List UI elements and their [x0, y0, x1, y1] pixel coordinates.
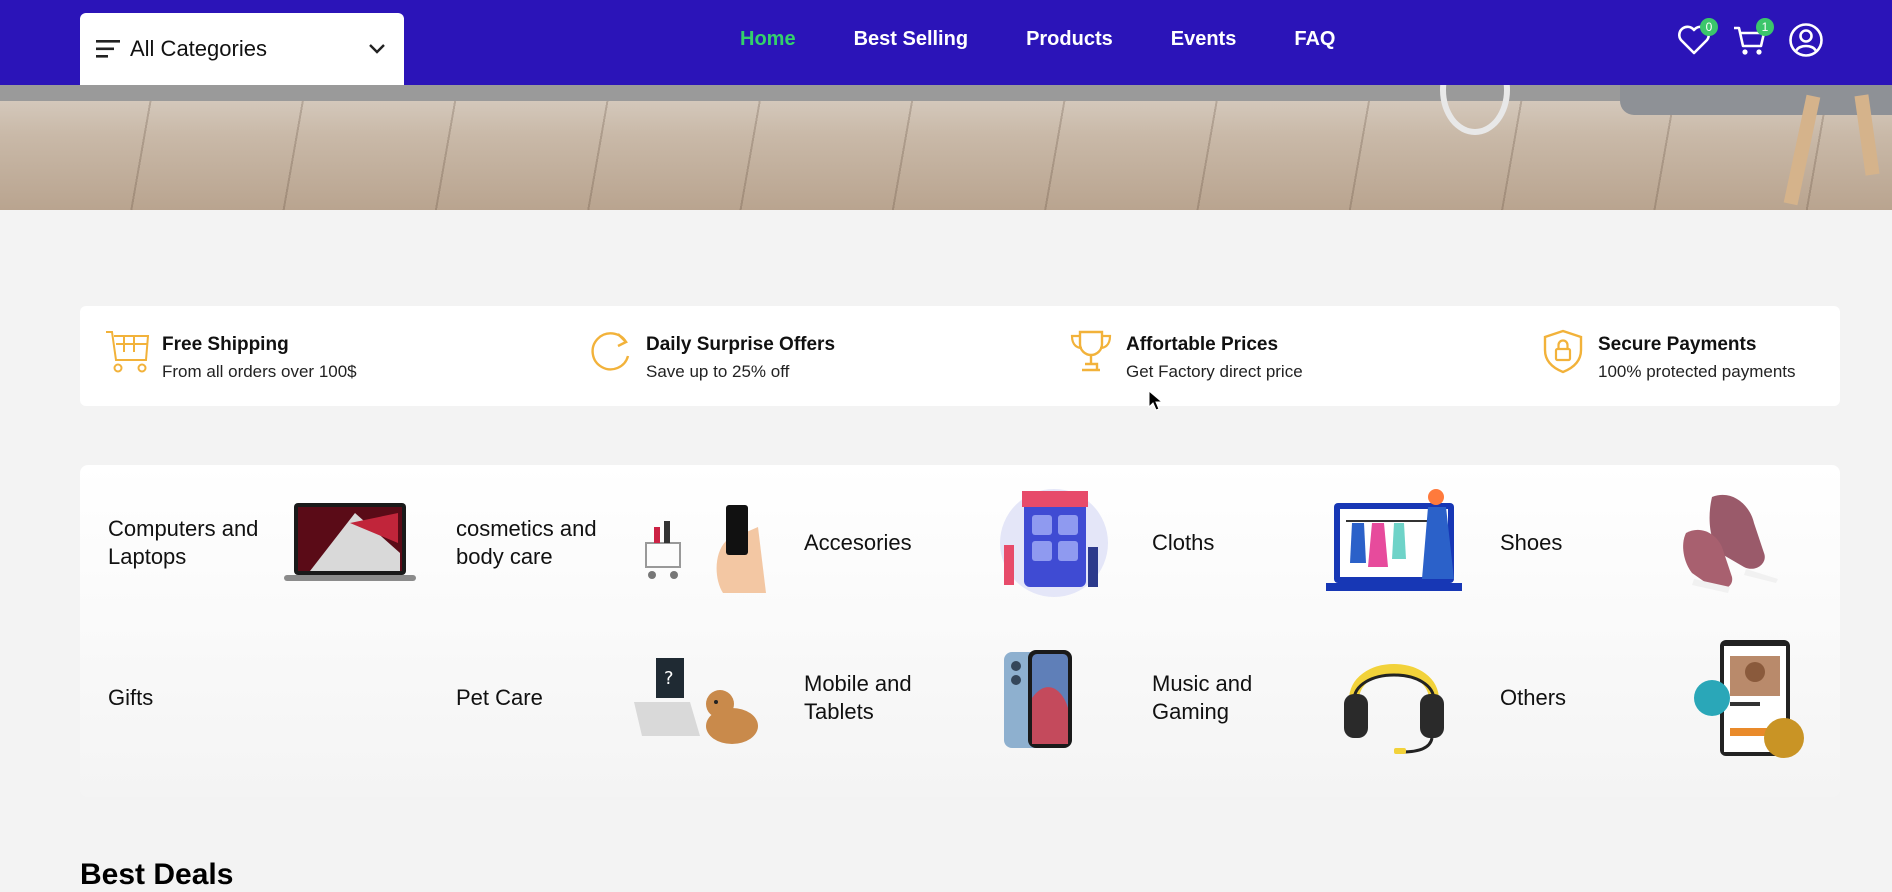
mouse-cursor-icon	[1148, 390, 1164, 411]
shoes-image	[1672, 483, 1812, 603]
feature-subtitle: Get Factory direct price	[1126, 362, 1303, 381]
category-name: Gifts	[108, 685, 154, 710]
nav-link-events[interactable]: Events	[1171, 28, 1237, 51]
nav-link-best-selling[interactable]: Best Selling	[854, 28, 968, 51]
category-cosmetics-and-body-care[interactable]: cosmetics and body care	[428, 468, 776, 618]
feature-title: Free Shipping	[162, 334, 289, 355]
main-nav: Home Best Selling Products Events FAQ	[740, 28, 1393, 51]
cosmetics-image	[628, 483, 768, 603]
accessories-image	[976, 483, 1116, 603]
category-name: Accesories	[804, 530, 912, 555]
category-name: Computers and Laptops	[108, 516, 259, 569]
nav-actions: 0 1	[1676, 18, 1844, 58]
shield-lock-icon	[1543, 329, 1583, 374]
hero-banner-image	[0, 85, 1892, 210]
feature-subtitle: Save up to 25% off	[646, 362, 790, 381]
all-categories-label: All Categories	[130, 36, 267, 61]
wishlist-button[interactable]: 0	[1676, 18, 1718, 58]
category-name: Pet Care	[456, 685, 543, 710]
cart-button[interactable]: 1	[1732, 18, 1774, 58]
chevron-down-icon	[369, 44, 385, 54]
feature-affordable-prices: Affortable Prices Get Factory direct pri…	[1068, 328, 1303, 382]
category-name: Others	[1500, 685, 1567, 710]
feature-title: Secure Payments	[1598, 334, 1757, 355]
feature-subtitle: 100% protected payments	[1598, 362, 1796, 381]
category-gifts[interactable]: Gifts	[80, 623, 428, 773]
category-grid: Computers and Laptops cosmetics and body…	[80, 465, 1840, 797]
feature-secure-payments: Secure Payments 100% protected payments	[1540, 328, 1796, 382]
category-mobile-and-tablets[interactable]: Mobile and Tablets	[776, 623, 1124, 773]
feature-title: Affortable Prices	[1126, 334, 1279, 355]
category-others[interactable]: Others	[1472, 623, 1820, 773]
user-icon	[1789, 23, 1823, 57]
nav-link-products[interactable]: Products	[1026, 28, 1113, 51]
category-name: cosmetics and body care	[456, 516, 597, 569]
category-name: Music and Gaming	[1152, 671, 1253, 724]
svg-text:?: ?	[664, 668, 674, 689]
feature-free-shipping: Free Shipping From all orders over 100$	[104, 328, 357, 382]
feature-title: Daily Surprise Offers	[646, 334, 836, 355]
refresh-icon	[591, 332, 630, 371]
category-music-and-gaming[interactable]: Music and Gaming	[1124, 623, 1472, 773]
cart-count-badge: 1	[1756, 18, 1774, 36]
feature-subtitle: From all orders over 100$	[162, 362, 357, 381]
cloths-image	[1324, 483, 1464, 603]
category-accesories[interactable]: Accesories	[776, 468, 1124, 618]
category-shoes[interactable]: Shoes	[1472, 468, 1820, 618]
best-deals-heading: Best Deals	[80, 858, 234, 891]
category-name: Shoes	[1500, 530, 1563, 555]
nav-link-faq[interactable]: FAQ	[1294, 28, 1335, 51]
shopping-cart-icon	[106, 331, 150, 373]
all-categories-dropdown[interactable]: All Categories	[80, 13, 404, 85]
laptop-image	[280, 483, 420, 603]
feature-daily-offers: Daily Surprise Offers Save up to 25% off	[588, 328, 835, 382]
features-bar: Free Shipping From all orders over 100$ …	[80, 306, 1840, 406]
menu-icon	[96, 40, 120, 58]
profile-button[interactable]	[1788, 22, 1824, 58]
nav-link-home[interactable]: Home	[740, 28, 796, 51]
category-name: Mobile and Tablets	[804, 671, 912, 724]
trophy-icon	[1070, 330, 1112, 372]
wishlist-count-badge: 0	[1700, 18, 1718, 36]
headphones-image	[1324, 638, 1464, 758]
category-pet-care[interactable]: Pet Care ?	[428, 623, 776, 773]
others-image	[1672, 638, 1812, 758]
pet-care-image: ?	[628, 638, 768, 758]
category-computers-and-laptops[interactable]: Computers and Laptops	[80, 468, 428, 618]
phone-image	[976, 638, 1116, 758]
category-cloths[interactable]: Cloths	[1124, 468, 1472, 618]
category-name: Cloths	[1152, 530, 1215, 555]
top-navbar: All Categories Home Best Selling Product…	[0, 0, 1892, 85]
